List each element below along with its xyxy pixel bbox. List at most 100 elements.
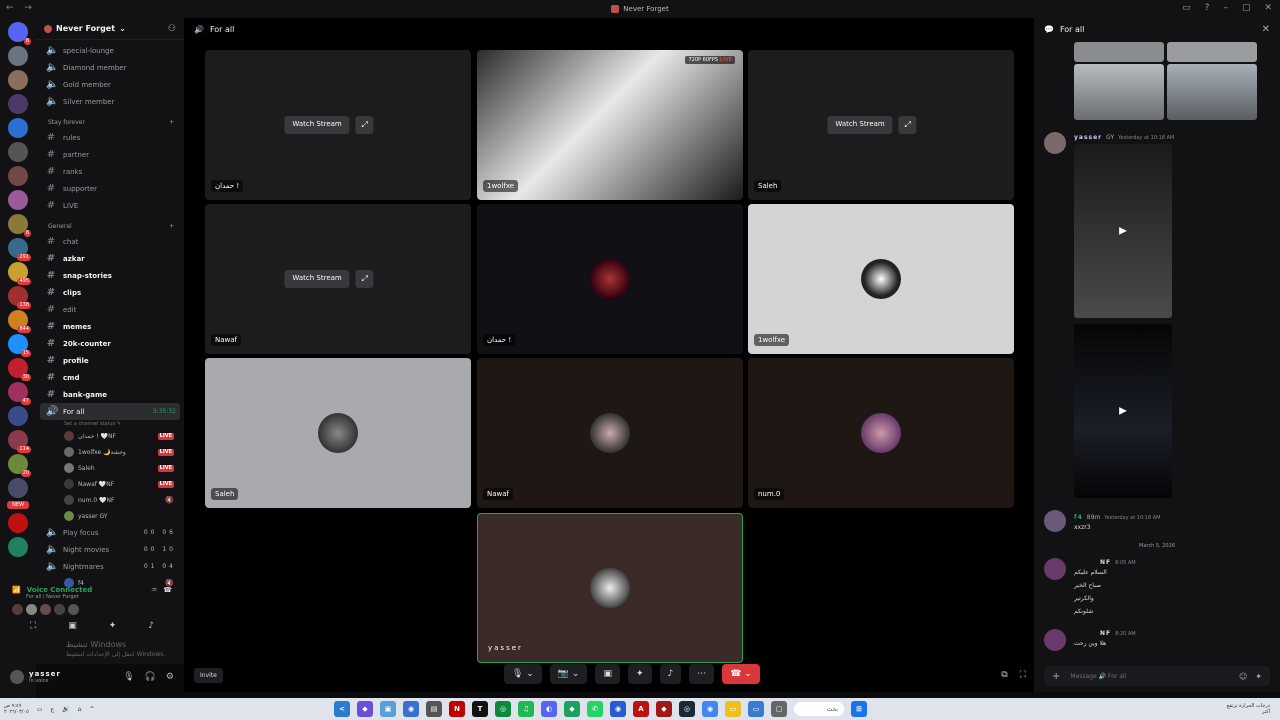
- text-channel[interactable]: # memes: [40, 318, 180, 335]
- watch-stream-button[interactable]: Watch Stream: [284, 270, 350, 288]
- server-icon[interactable]: 47: [8, 382, 31, 405]
- headphones-icon[interactable]: 🎧: [145, 672, 156, 682]
- add-channel-icon[interactable]: +: [169, 223, 174, 230]
- video-tile[interactable]: Watch Stream ⤢ حمدان !: [205, 50, 471, 200]
- disconnect-icon[interactable]: ☎: [163, 586, 172, 594]
- taskbar-app-icon[interactable]: ◆: [656, 701, 672, 717]
- taskbar-app-icon[interactable]: ◆: [357, 701, 373, 717]
- video-tile[interactable]: Saleh: [205, 358, 471, 508]
- avatar[interactable]: [68, 604, 79, 615]
- soundboard-icon[interactable]: ♪: [148, 621, 154, 631]
- server-icon[interactable]: 8: [8, 214, 31, 237]
- avatar[interactable]: [26, 604, 37, 615]
- avatar[interactable]: [1044, 132, 1066, 154]
- soundboard-button[interactable]: ♪: [659, 664, 682, 684]
- taskbar-app-icon[interactable]: ▣: [380, 701, 396, 717]
- video-tile[interactable]: 720P 60FPS LIVE 1wolfxe: [477, 50, 743, 200]
- channel-category[interactable]: General +: [40, 219, 180, 233]
- server-icon[interactable]: [8, 94, 28, 114]
- server-icon[interactable]: [8, 142, 28, 162]
- voice-user[interactable]: حمدان ! 🤍NF LIVE: [40, 428, 180, 444]
- taskbar-app-icon[interactable]: A: [633, 701, 649, 717]
- avatar[interactable]: [1044, 558, 1066, 580]
- text-channel[interactable]: # profile: [40, 352, 180, 369]
- text-channel[interactable]: # azkar: [40, 250, 180, 267]
- server-icon[interactable]: [8, 478, 28, 498]
- popout-icon[interactable]: ⤢: [355, 270, 374, 288]
- voice-user[interactable]: 1wolfxe 🌙وحشة LIVE: [40, 444, 180, 460]
- server-icon[interactable]: [8, 166, 28, 186]
- close-window-button[interactable]: ✕: [1264, 3, 1272, 13]
- voice-channel[interactable]: 🔈 Nightmares 01 04: [40, 558, 180, 575]
- server-icon[interactable]: 20: [8, 454, 31, 477]
- minimize-button[interactable]: –: [1223, 3, 1228, 13]
- text-channel[interactable]: # supporter: [40, 180, 180, 197]
- taskbar-app-icon[interactable]: ◉: [403, 701, 419, 717]
- voice-channel[interactable]: 🔈 Play focus 00 06: [40, 524, 180, 541]
- server-icon[interactable]: 844: [8, 310, 31, 333]
- text-channel[interactable]: # clips: [40, 284, 180, 301]
- message-composer[interactable]: + Message 🔊 For all ☺ ✦: [1044, 666, 1270, 686]
- text-channel[interactable]: # bank-game: [40, 386, 180, 403]
- text-channel[interactable]: #20k-counter: [40, 335, 180, 352]
- voice-user[interactable]: yasser GY: [40, 508, 180, 524]
- message-author[interactable]: NF: [1100, 559, 1111, 566]
- server-icon[interactable]: 8: [8, 22, 31, 45]
- nav-arrows[interactable]: ← →: [6, 3, 36, 13]
- message-author[interactable]: NF: [1100, 630, 1111, 637]
- server-icon[interactable]: 114: [8, 430, 31, 453]
- voice-channel-active[interactable]: 🔊 For all 3:35:32: [40, 403, 180, 420]
- emoji-icon[interactable]: ☺: [1239, 672, 1247, 681]
- taskbar-app-icon[interactable]: ◐: [541, 701, 557, 717]
- chevron-up-icon[interactable]: ^: [89, 706, 94, 713]
- attachment-image[interactable]: [1074, 64, 1164, 120]
- settings-gear-icon[interactable]: ⚙: [166, 672, 174, 682]
- avatar[interactable]: [10, 670, 24, 684]
- taskbar-app-icon[interactable]: ▭: [748, 701, 764, 717]
- leave-call-button[interactable]: ☎ ⌄: [722, 664, 760, 684]
- activities-icon[interactable]: ✦: [109, 621, 117, 631]
- taskbar-app-icon[interactable]: ◎: [495, 701, 511, 717]
- voice-channel[interactable]: 🔈 special-lounge: [40, 42, 180, 59]
- popout-icon[interactable]: ⤢: [355, 116, 374, 134]
- more-button[interactable]: ⋯: [689, 664, 715, 684]
- voice-channel[interactable]: 🔈 Silver member: [40, 93, 180, 110]
- voice-user[interactable]: Nawaf 🤍NF LIVE: [40, 476, 180, 492]
- text-channel[interactable]: # chat: [40, 233, 180, 250]
- help-icon[interactable]: ?: [1205, 3, 1210, 13]
- text-channel[interactable]: # cmd: [40, 369, 180, 386]
- text-channel[interactable]: # LIVE: [40, 197, 180, 214]
- taskbar-app-icon[interactable]: ▭: [725, 701, 741, 717]
- network-icon[interactable]: ⌂: [78, 706, 82, 713]
- apps-icon[interactable]: ✦: [1255, 672, 1262, 681]
- server-icon[interactable]: 30: [8, 358, 31, 381]
- server-icon[interactable]: 15: [8, 334, 31, 357]
- add-channel-icon[interactable]: +: [169, 119, 174, 126]
- invite-user-icon[interactable]: ⚇: [168, 24, 176, 34]
- server-icon[interactable]: [8, 190, 28, 210]
- message-author[interactable]: f4: [1074, 514, 1083, 521]
- message-input[interactable]: Message 🔊 For all: [1070, 673, 1126, 680]
- text-channel[interactable]: # partner: [40, 146, 180, 163]
- notification-icon[interactable]: ▭: [37, 706, 43, 713]
- avatar[interactable]: [54, 604, 65, 615]
- video-attachment[interactable]: ▶: [1074, 144, 1172, 318]
- play-icon[interactable]: ▶: [1119, 226, 1127, 237]
- popout-icon[interactable]: ⧉: [1001, 670, 1007, 680]
- attachment-image[interactable]: [1074, 42, 1164, 62]
- server-icon[interactable]: 291: [8, 238, 31, 261]
- share-screen-button[interactable]: ▣: [595, 664, 620, 684]
- inbox-icon[interactable]: ▭: [1182, 3, 1191, 13]
- message-author[interactable]: yasser: [1074, 134, 1102, 141]
- attachment-image[interactable]: [1167, 42, 1257, 62]
- maximize-button[interactable]: ▢: [1242, 3, 1251, 13]
- camera-off-icon[interactable]: ⛶: [30, 621, 36, 631]
- taskbar-app-icon[interactable]: ◆: [564, 701, 580, 717]
- voice-user[interactable]: num.0 🤍NF 🔇: [40, 492, 180, 508]
- clock[interactable]: ٩:٤٧ ص ٢٠٢٦/٠٣/٠٥: [4, 703, 29, 715]
- video-tile[interactable]: 1wolfxe: [748, 204, 1014, 354]
- video-tile[interactable]: yasser: [477, 513, 743, 663]
- mute-button[interactable]: 🎙 ⌄: [504, 664, 542, 684]
- text-channel[interactable]: # ranks: [40, 163, 180, 180]
- watch-stream-button[interactable]: Watch Stream: [827, 116, 893, 134]
